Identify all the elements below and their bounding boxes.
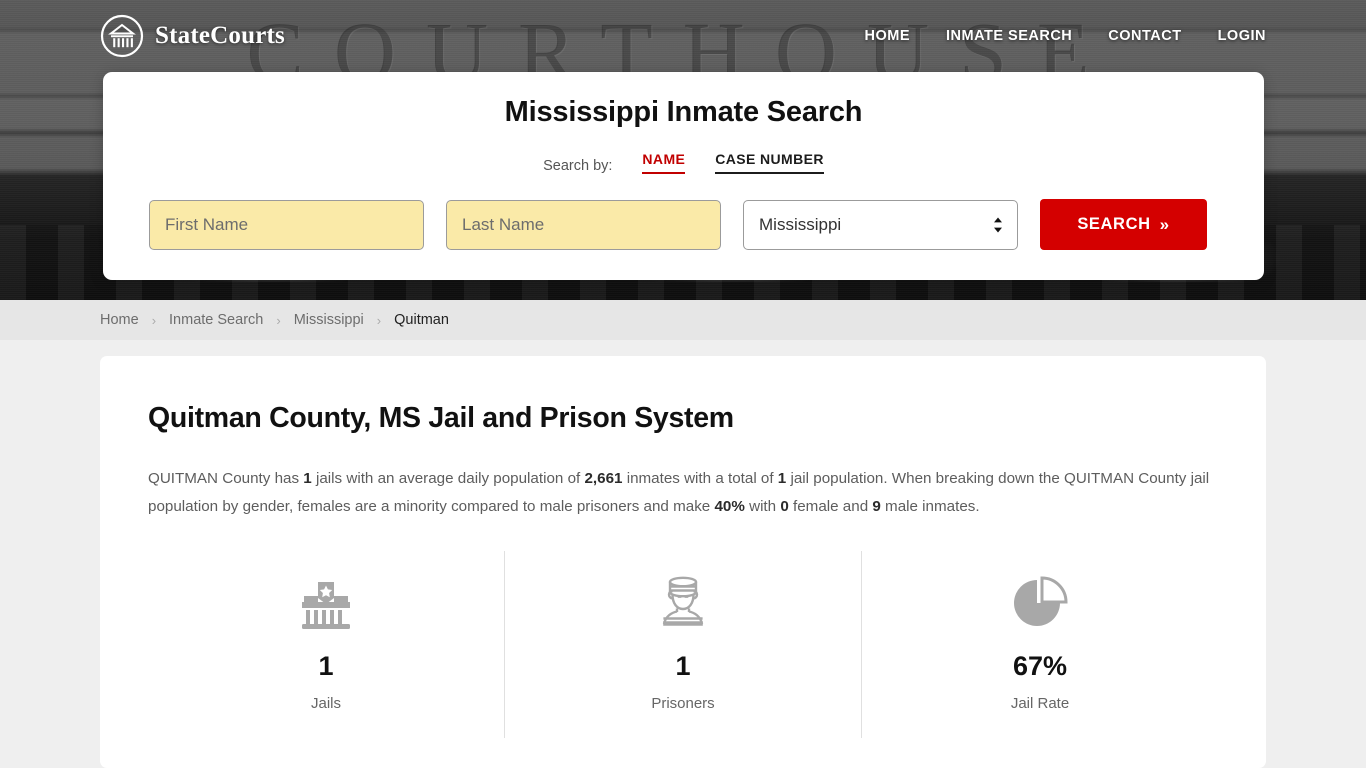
first-name-input[interactable] [149,200,424,250]
state-select[interactable]: Mississippi [743,200,1018,250]
stat-prisoners: 1 Prisoners [504,551,861,738]
pie-chart-icon [862,569,1218,635]
breadcrumb-separator-icon: › [276,314,280,327]
last-name-input[interactable] [446,200,721,250]
page-title: Quitman County, MS Jail and Prison Syste… [148,402,1218,435]
courthouse-logo-icon [100,14,144,58]
stats-row: 1 Jails [148,551,1218,738]
stat-label: Jails [148,695,504,712]
breadcrumb-item-inmate-search[interactable]: Inmate Search [169,312,263,328]
tab-name[interactable]: NAME [642,151,685,174]
intro-paragraph: QUITMAN County has 1 jails with an avera… [148,465,1212,521]
county-overview-card: Quitman County, MS Jail and Prison Syste… [100,356,1266,768]
search-button[interactable]: SEARCH » [1040,199,1207,250]
breadcrumb-separator-icon: › [377,314,381,327]
nav-home[interactable]: HOME [865,28,911,44]
stat-jail-rate: 67% Jail Rate [861,551,1218,738]
prisoner-icon [505,569,861,635]
nav-login[interactable]: LOGIN [1218,28,1266,44]
search-card-title: Mississippi Inmate Search [149,96,1218,129]
stat-jails: 1 Jails [148,551,504,738]
brand-name: StateCourts [155,22,285,50]
breadcrumb-item-quitman: Quitman [394,312,449,328]
breadcrumb-item-home[interactable]: Home [100,312,139,328]
search-fields-row: Mississippi SEARCH » [149,199,1218,250]
search-button-label: SEARCH [1077,215,1150,234]
nav-contact[interactable]: CONTACT [1108,28,1181,44]
brand-logo-link[interactable]: StateCourts [100,14,285,58]
state-select-wrapper: Mississippi [743,200,1018,250]
stat-label: Jail Rate [862,695,1218,712]
stat-label: Prisoners [505,695,861,712]
double-chevron-right-icon: » [1160,216,1170,233]
breadcrumb-separator-icon: › [152,314,156,327]
search-by-label: Search by: [543,158,612,174]
top-navigation-bar: StateCourts HOME INMATE SEARCH CONTACT L… [0,0,1366,72]
search-by-row: Search by: NAME CASE NUMBER [149,148,1218,174]
stat-value: 67% [862,651,1218,682]
nav-inmate-search[interactable]: INMATE SEARCH [946,28,1072,44]
jail-building-icon [148,569,504,635]
breadcrumb: Home › Inmate Search › Mississippi › Qui… [0,300,1366,340]
page-body: Quitman County, MS Jail and Prison Syste… [0,340,1366,768]
tab-case-number[interactable]: CASE NUMBER [715,151,824,174]
inmate-search-card: Mississippi Inmate Search Search by: NAM… [103,72,1264,280]
main-nav: HOME INMATE SEARCH CONTACT LOGIN [865,28,1267,44]
stat-value: 1 [505,651,861,682]
stat-value: 1 [148,651,504,682]
breadcrumb-item-mississippi[interactable]: Mississippi [294,312,364,328]
